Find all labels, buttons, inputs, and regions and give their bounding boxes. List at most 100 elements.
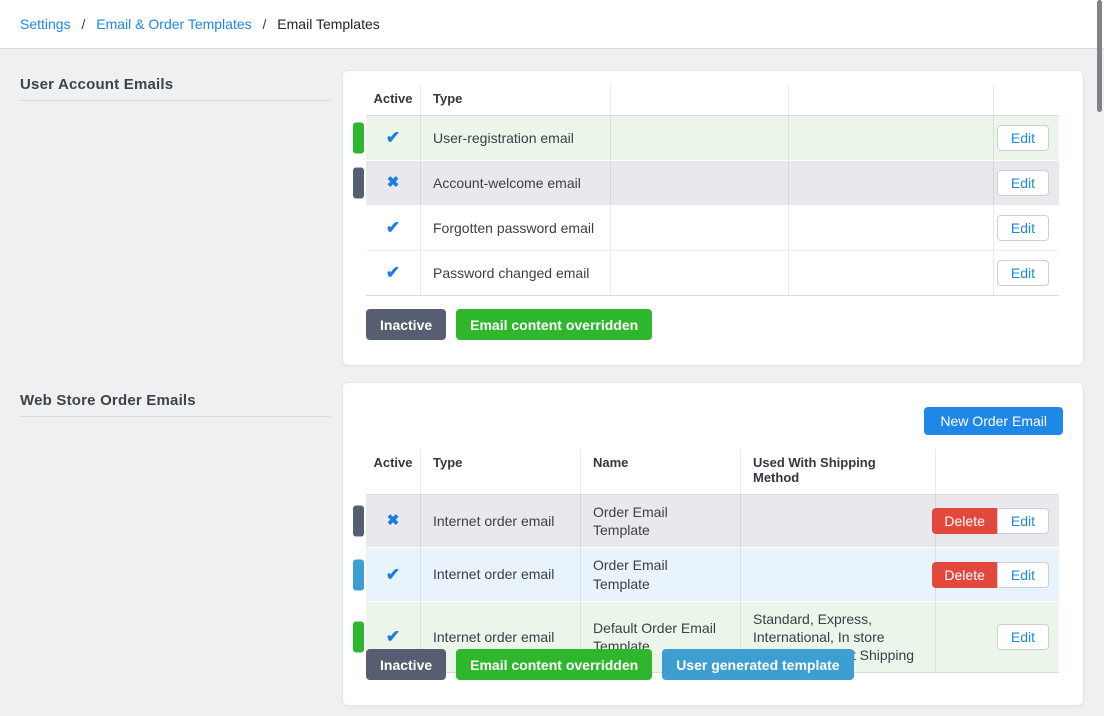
column-header-used-with-shipping-method: Used With Shipping Method [741, 449, 936, 494]
table-header-row: ActiveType [366, 85, 1059, 116]
table-row: ✔ Password changed email Edit [366, 251, 1059, 296]
legend-badge-email-content-overridden: Email content overridden [456, 649, 652, 680]
active-cell: ✖ [366, 495, 421, 547]
actions-cell: Edit [994, 116, 1059, 160]
edit-button[interactable]: Edit [997, 260, 1049, 286]
web-store-order-emails-legend: Inactive Email content overridden User gen… [366, 649, 854, 680]
active-check-icon: ✔ [386, 217, 400, 239]
blue-accent-bar [353, 559, 364, 590]
column-header-type: Type [421, 449, 581, 494]
breadcrumb-item-email-templates: Email Templates [277, 16, 379, 32]
user-account-emails-table: ActiveType ✔ User-registration email Edit ✖ A… [366, 85, 1059, 296]
action-buttons: Edit [997, 260, 1049, 286]
edit-button[interactable]: Edit [997, 215, 1049, 241]
action-buttons: Edit [997, 170, 1049, 196]
action-buttons: Edit [997, 125, 1049, 151]
empty-cell [611, 206, 789, 250]
shipping-cell [741, 495, 936, 547]
actions-cell: Edit [994, 206, 1059, 250]
action-buttons: Edit [997, 624, 1049, 650]
breadcrumb-item-email-order-templates[interactable]: Email & Order Templates [96, 16, 251, 32]
legend-badge-user-generated-template: User generated template [662, 649, 853, 680]
table-row: ✔ Forgotten password email Edit [366, 206, 1059, 251]
type-cell: Internet order email [421, 548, 581, 600]
edit-button[interactable]: Edit [997, 562, 1049, 588]
active-check-icon: ✔ [386, 262, 400, 284]
empty-cell [611, 251, 789, 295]
table-row: ✖ Account-welcome email Edit [366, 161, 1059, 206]
web-store-order-emails-table: ActiveTypeNameUsed With Shipping Method✖… [366, 449, 1059, 673]
column-header [994, 85, 1059, 115]
new-order-email-button[interactable]: New Order Email [924, 407, 1063, 435]
active-check-icon: ✔ [386, 626, 400, 648]
user-account-emails-legend: Inactive Email content overridden [366, 309, 652, 340]
legend-badge-inactive: Inactive [366, 649, 446, 680]
column-header [611, 85, 789, 115]
empty-cell [789, 251, 994, 295]
breadcrumb: Settings / Email & Order Templates / Ema… [20, 16, 380, 32]
actions-cell: DeleteEdit [936, 495, 1059, 547]
delete-button[interactable]: Delete [932, 562, 996, 588]
name-cell: Order Email Template [581, 548, 741, 600]
active-cell: ✔ [366, 116, 421, 160]
table-row: ✔ Internet order emailOrder Email Templat… [366, 548, 1059, 601]
actions-cell: Edit [994, 161, 1059, 205]
column-header-active: Active [366, 85, 421, 115]
breadcrumb-bar: Settings / Email & Order Templates / Ema… [0, 0, 1104, 49]
column-header-name: Name [581, 449, 741, 494]
empty-cell [789, 206, 994, 250]
slate-accent-bar [353, 168, 364, 199]
green-accent-bar [353, 123, 364, 154]
empty-cell [611, 161, 789, 205]
active-check-icon: ✔ [386, 127, 400, 149]
breadcrumb-separator: / [259, 16, 271, 32]
actions-cell: Edit [936, 602, 1059, 673]
empty-cell [789, 116, 994, 160]
action-buttons: DeleteEdit [932, 508, 1049, 534]
edit-button[interactable]: Edit [997, 624, 1049, 650]
section-title-web-store-order-emails: Web Store Order Emails [20, 392, 196, 409]
table-header-row: ActiveTypeNameUsed With Shipping Method [366, 449, 1059, 495]
type-cell: Forgotten password email [421, 206, 611, 250]
type-cell: Password changed email [421, 251, 611, 295]
column-header-active: Active [366, 449, 421, 494]
inactive-x-icon: ✖ [387, 511, 400, 531]
web-store-order-emails-card: New Order Email ActiveTypeNameUsed With … [342, 382, 1084, 706]
delete-button[interactable]: Delete [932, 508, 996, 534]
user-account-emails-card: ActiveType ✔ User-registration email Edit ✖ A… [342, 70, 1084, 366]
type-cell: User-registration email [421, 116, 611, 160]
section-title-user-account-emails: User Account Emails [20, 76, 173, 93]
vertical-scrollbar-thumb[interactable] [1097, 0, 1102, 112]
name-cell: Order Email Template [581, 495, 741, 547]
active-cell: ✖ [366, 161, 421, 205]
table-row: ✖ Internet order emailOrder Email Templat… [366, 495, 1059, 548]
action-buttons: DeleteEdit [932, 562, 1049, 588]
column-header-type: Type [421, 85, 611, 115]
legend-badge-inactive: Inactive [366, 309, 446, 340]
active-cell: ✔ [366, 251, 421, 295]
table-body: ✔ User-registration email Edit ✖ Account-wel… [366, 116, 1059, 296]
actions-cell: DeleteEdit [936, 548, 1059, 600]
edit-button[interactable]: Edit [997, 125, 1049, 151]
active-cell: ✔ [366, 206, 421, 250]
empty-cell [789, 161, 994, 205]
inactive-x-icon: ✖ [387, 173, 400, 193]
edit-button[interactable]: Edit [997, 508, 1049, 534]
breadcrumb-item-settings[interactable]: Settings [20, 16, 71, 32]
column-header [936, 449, 1059, 494]
action-buttons: Edit [997, 215, 1049, 241]
slate-accent-bar [353, 506, 364, 537]
shipping-cell [741, 548, 936, 600]
empty-cell [611, 116, 789, 160]
edit-button[interactable]: Edit [997, 170, 1049, 196]
actions-cell: Edit [994, 251, 1059, 295]
type-cell: Internet order email [421, 495, 581, 547]
active-cell: ✔ [366, 548, 421, 600]
active-check-icon: ✔ [386, 564, 400, 586]
legend-badge-email-content-overridden: Email content overridden [456, 309, 652, 340]
type-cell: Account-welcome email [421, 161, 611, 205]
table-body: ✖ Internet order emailOrder Email Templat… [366, 495, 1059, 673]
table-row: ✔ User-registration email Edit [366, 116, 1059, 161]
breadcrumb-separator: / [78, 16, 90, 32]
section-rule [20, 416, 331, 417]
